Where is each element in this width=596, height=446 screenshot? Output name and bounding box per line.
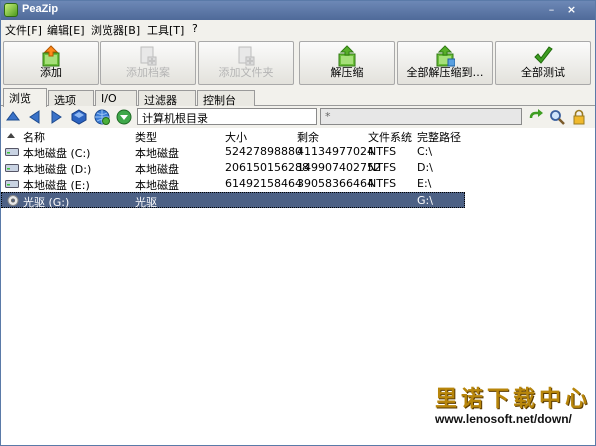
navigation-bar: 计算机根目录 * [1, 106, 595, 128]
add-folder-button[interactable]: 添加文件夹 [198, 41, 294, 85]
sort-ascending-icon [7, 133, 15, 138]
close-button[interactable]: × [564, 3, 579, 17]
menu-tools[interactable]: 工具[T] [147, 22, 184, 38]
item-free: 41134977024 [297, 145, 374, 158]
tab-strip: 浏览 选项 I/O 过滤器 控制台 [1, 87, 595, 107]
tab-browse[interactable]: 浏览 [3, 88, 47, 107]
add-button[interactable]: 添加 [3, 41, 99, 85]
address-field[interactable]: 计算机根目录 [137, 108, 317, 125]
item-filesystem: NTFS [368, 177, 397, 190]
extract-all-to-label: 全部解压缩到… [406, 66, 484, 79]
dropdown-history-icon[interactable] [116, 109, 132, 125]
tab-console[interactable]: 控制台 [197, 90, 255, 107]
bookmarks-icon[interactable] [71, 109, 87, 125]
column-full-path[interactable]: 完整路径 [417, 129, 461, 145]
tab-options[interactable]: 选项 [48, 90, 94, 107]
extract-label: 解压缩 [330, 66, 364, 79]
item-size: 61492158464 [225, 177, 302, 190]
watermark-logo-text: 里诺下载中心 [435, 386, 592, 412]
item-name: 本地磁盘 (C:) [23, 147, 91, 160]
menu-edit[interactable]: 编辑[E] [47, 22, 85, 38]
window-title: PeaZip [22, 3, 59, 15]
list-item-selected[interactable]: 光驱 (G:) 光驱 G:\ [1, 192, 465, 209]
item-type: 本地磁盘 [135, 147, 179, 160]
cd-drive-icon [7, 195, 19, 206]
test-all-button[interactable]: 全部测试 [495, 41, 591, 85]
search-icon[interactable] [549, 109, 565, 125]
item-type: 本地磁盘 [135, 179, 179, 192]
column-header-row: 名称 类型 大小 剩余 文件系统 完整路径 [1, 128, 595, 145]
list-item[interactable]: 本地磁盘 (D:) 本地磁盘 206150156288 149907402752… [1, 160, 465, 176]
column-name[interactable]: 名称 [23, 129, 45, 145]
item-name: 光驱 (G:) [23, 196, 70, 209]
peazip-logo-icon [4, 3, 18, 17]
watermark-url: www.lenosoft.net/down/ [435, 412, 572, 426]
filter-field[interactable]: * [320, 108, 522, 125]
back-arrow-icon[interactable] [27, 109, 43, 125]
item-name: 本地磁盘 (E:) [23, 179, 90, 192]
item-path: G:\ [417, 194, 433, 207]
column-type[interactable]: 类型 [135, 129, 157, 145]
menu-browser[interactable]: 浏览器[B] [91, 22, 140, 38]
item-filesystem: NTFS [368, 161, 397, 174]
menu-help[interactable]: ? [192, 22, 198, 35]
column-filesystem[interactable]: 文件系统 [368, 129, 412, 145]
forward-arrow-icon[interactable] [48, 109, 64, 125]
item-type: 本地磁盘 [135, 163, 179, 176]
item-path: E:\ [417, 177, 432, 190]
item-path: C:\ [417, 145, 433, 158]
hard-disk-icon [5, 148, 19, 156]
column-size[interactable]: 大小 [225, 129, 247, 145]
test-all-label: 全部测试 [521, 66, 565, 79]
list-item[interactable]: 本地磁盘 (E:) 本地磁盘 61492158464 39058366464 N… [1, 176, 465, 192]
add-archive-label: 添加档案 [126, 66, 170, 79]
watermark: 里诺下载中心 www.lenosoft.net/down/ [435, 386, 595, 426]
hard-disk-icon [5, 164, 19, 172]
extract-button[interactable]: 解压缩 [299, 41, 395, 85]
minimize-button[interactable]: – [544, 3, 559, 17]
tab-io[interactable]: I/O [95, 90, 137, 106]
item-free: 39058366464 [297, 177, 374, 190]
hard-disk-icon [5, 180, 19, 188]
network-globe-icon[interactable] [94, 109, 110, 125]
item-name: 本地磁盘 (D:) [23, 163, 92, 176]
menu-bar: 文件[F] 编辑[E] 浏览器[B] 工具[T] ? [1, 20, 595, 37]
tab-filters[interactable]: 过滤器 [138, 90, 196, 107]
item-size: 52427898880 [225, 145, 302, 158]
add-label: 添加 [40, 66, 62, 79]
menu-file[interactable]: 文件[F] [5, 22, 42, 38]
column-free[interactable]: 剩余 [297, 129, 319, 145]
item-type: 光驱 [135, 196, 157, 209]
add-archive-button[interactable]: 添加档案 [100, 41, 196, 85]
extract-all-to-button[interactable]: 全部解压缩到… [397, 41, 493, 85]
title-bar: PeaZip – × [1, 1, 595, 20]
list-item[interactable]: 本地磁盘 (C:) 本地磁盘 52427898880 41134977024 N… [1, 144, 465, 160]
add-folder-label: 添加文件夹 [218, 66, 274, 79]
lock-icon[interactable] [571, 109, 587, 125]
item-path: D:\ [417, 161, 433, 174]
up-arrow-icon[interactable] [5, 109, 21, 125]
toolbar: 添加 添加档案 添加文件夹 解压缩 全部解压缩到… 全部测试 [1, 37, 595, 87]
peazip-window: PeaZip – × 文件[F] 编辑[E] 浏览器[B] 工具[T] ? 添加… [0, 0, 596, 446]
item-filesystem: NTFS [368, 145, 397, 158]
go-refresh-icon[interactable] [528, 109, 544, 125]
